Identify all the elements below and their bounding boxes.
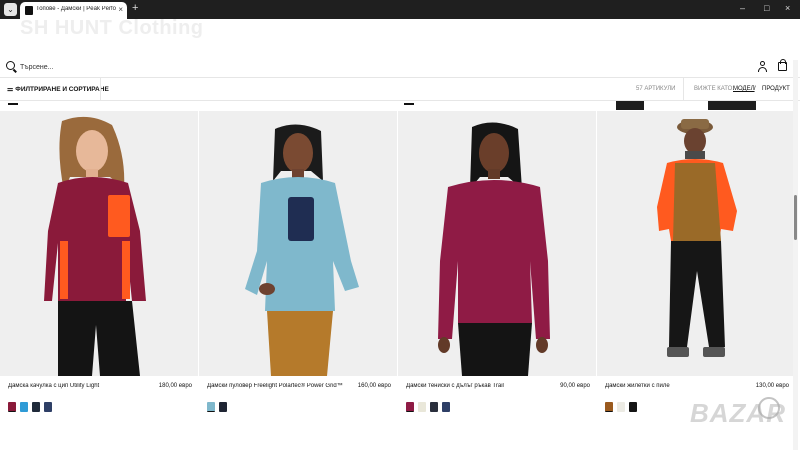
search-input[interactable] xyxy=(20,60,320,74)
color-swatch[interactable] xyxy=(32,402,40,412)
listing-toolbar: ⚌ ФИЛТРИРАНЕ И СОРТИРАНЕ 57 АРТИКУЛИ ВИЖТ… xyxy=(0,77,800,101)
view-product-toggle[interactable]: ПРОДУКТ xyxy=(762,86,790,92)
color-swatch[interactable] xyxy=(442,402,450,412)
previous-row-image-edge xyxy=(616,101,756,110)
color-swatches xyxy=(8,402,56,414)
scrollbar-thumb[interactable] xyxy=(794,195,797,240)
model-photo-illustration xyxy=(398,111,596,376)
color-swatch[interactable] xyxy=(629,402,637,412)
site-favicon-icon xyxy=(25,6,33,15)
sliders-icon: ⚌ xyxy=(7,86,14,93)
search-icon[interactable] xyxy=(6,61,15,70)
divider xyxy=(100,78,101,100)
color-swatch[interactable] xyxy=(219,402,227,412)
shopping-bag-icon[interactable] xyxy=(778,59,787,71)
color-swatch[interactable] xyxy=(605,402,613,412)
color-swatch[interactable] xyxy=(20,402,28,412)
product-name[interactable]: Дамски жилетки с пиле xyxy=(605,383,745,389)
filter-sort-button[interactable]: ⚌ ФИЛТРИРАНЕ И СОРТИРАНЕ xyxy=(7,85,109,93)
brand-watermark-title: SH HUNT Clothing xyxy=(20,17,204,39)
previous-row-swatch xyxy=(206,100,230,131)
view-model-toggle[interactable]: МОДЕЛ xyxy=(733,86,755,92)
minimize-button[interactable]: – xyxy=(740,3,745,13)
product-name[interactable]: Дамска качулка с цип Utility Light xyxy=(8,383,148,389)
model-photo-illustration xyxy=(597,111,795,376)
previous-row-swatch xyxy=(8,100,20,109)
color-swatch[interactable] xyxy=(207,402,215,412)
previous-row-swatch xyxy=(404,100,416,109)
tab-title: Топове - Дамски | Peak Perfo xyxy=(36,6,116,12)
product-image[interactable] xyxy=(398,111,596,376)
product-card[interactable]: Дамска качулка с цип Utility Light 180,0… xyxy=(0,111,198,416)
view-as-label: ВИЖТЕ КАТО: xyxy=(694,86,735,92)
product-image[interactable] xyxy=(199,111,397,376)
item-count: 57 АРТИКУЛИ xyxy=(636,86,676,92)
product-card[interactable]: Дамски жилетки с пиле 130,00 евро xyxy=(597,111,795,416)
product-name[interactable]: Дамски тениски с дълъг ръкав Trail xyxy=(406,383,546,389)
product-price: 130,00 евро xyxy=(755,383,789,389)
new-tab-button[interactable]: + xyxy=(132,2,138,14)
color-swatch[interactable] xyxy=(418,402,426,412)
maximize-button[interactable]: □ xyxy=(764,3,769,13)
color-swatch[interactable] xyxy=(8,402,16,412)
color-swatch[interactable] xyxy=(430,402,438,412)
model-photo-illustration xyxy=(199,111,397,376)
product-price: 180,00 евро xyxy=(158,383,192,389)
divider xyxy=(683,78,684,100)
tab-close-icon[interactable]: × xyxy=(118,5,123,14)
color-swatch[interactable] xyxy=(44,402,52,412)
chat-badge-icon xyxy=(758,397,780,419)
browser-menu-button[interactable]: ⌄ xyxy=(4,3,17,16)
scrollbar-track[interactable] xyxy=(793,60,798,450)
product-image[interactable] xyxy=(0,111,198,376)
close-window-button[interactable]: × xyxy=(785,3,790,13)
product-price: 160,00 евро xyxy=(357,383,391,389)
color-swatch[interactable] xyxy=(406,402,414,412)
color-swatches xyxy=(207,402,231,414)
model-photo-illustration xyxy=(0,111,198,376)
filter-sort-label: ФИЛТРИРАНЕ И СОРТИРАНЕ xyxy=(15,86,109,93)
product-price: 90,00 евро xyxy=(560,383,590,389)
color-swatches xyxy=(605,402,641,414)
product-name[interactable]: Дамски пуловер Freelight Polartec® Power… xyxy=(207,383,347,389)
product-card[interactable]: Дамски тениски с дълъг ръкав Trail 90,00… xyxy=(398,111,596,416)
product-image[interactable] xyxy=(597,111,795,376)
color-swatch[interactable] xyxy=(617,402,625,412)
product-card[interactable]: Дамски пуловер Freelight Polartec® Power… xyxy=(199,111,397,416)
account-icon[interactable] xyxy=(757,61,768,72)
color-swatches xyxy=(406,402,454,414)
view-separator: / xyxy=(754,86,756,92)
